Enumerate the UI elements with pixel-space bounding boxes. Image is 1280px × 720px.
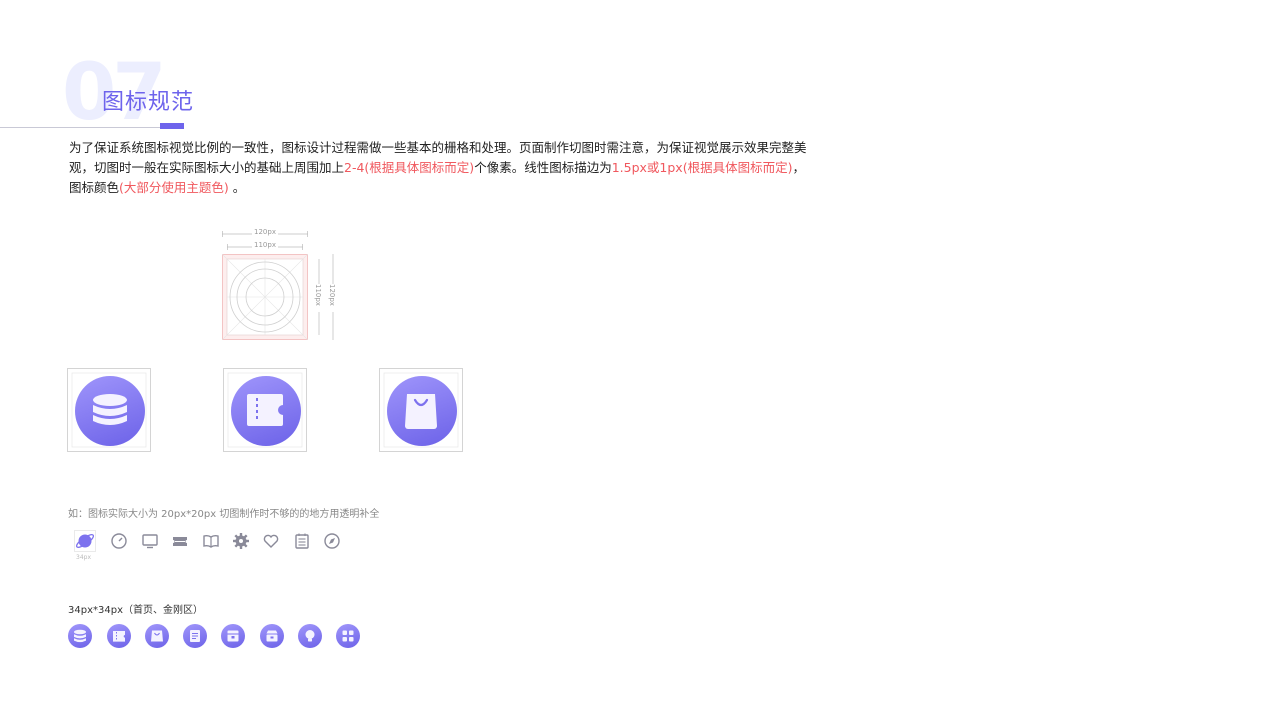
- large-icon-database: [67, 368, 151, 452]
- book-icon: [203, 534, 219, 548]
- large-icon-ticket: [223, 368, 307, 452]
- line-icon-caption: 如：图标实际大小为 20px*20px 切图制作时不够的的地方用透明补全: [68, 509, 380, 520]
- icon-grid-spec: [221, 253, 309, 341]
- apps-icon: [342, 630, 354, 642]
- section-title: 图标规范: [102, 90, 195, 115]
- archive-icon: [266, 630, 278, 642]
- mini-icon-ticket: [107, 624, 131, 648]
- database-icon: [74, 629, 86, 643]
- monitor-icon: [142, 534, 158, 549]
- speed-icon: [111, 533, 127, 549]
- mini-icon-archive: [260, 624, 284, 648]
- outer-width-label: 120px: [222, 228, 308, 237]
- line-icon-sample: [74, 530, 96, 552]
- notepad-icon: [295, 533, 309, 549]
- heart-icon: [263, 534, 279, 548]
- mini-icon-box: [221, 624, 245, 648]
- inner-width-label: 110px: [227, 241, 303, 250]
- shopping-bag-icon: [405, 394, 437, 429]
- small-icon-caption: 34px*34px（首页、金刚区）: [68, 605, 203, 616]
- database-icon: [93, 394, 127, 425]
- mini-icon-apps: [336, 624, 360, 648]
- ticket-icon: [247, 394, 283, 426]
- mini-icon-document: [183, 624, 207, 648]
- mini-icon-database: [68, 624, 92, 648]
- bag-icon: [151, 630, 163, 642]
- planet-icon: [74, 530, 96, 552]
- description-text: 为了保证系统图标视觉比例的一致性，图标设计过程需做一些基本的栅格和处理。页面制作…: [69, 140, 807, 195]
- mini-icon-bag: [145, 624, 169, 648]
- ticket-icon: [113, 631, 125, 642]
- title-rule: [0, 127, 162, 128]
- bulb-icon: [305, 630, 315, 642]
- mini-icon-bulb: [298, 624, 322, 648]
- large-icon-shopping-bag: [379, 368, 463, 452]
- gear-icon: [233, 533, 249, 549]
- size-label: 34px: [76, 554, 91, 561]
- ticket-icon: [173, 537, 187, 546]
- outer-height-label: 120px: [328, 254, 336, 340]
- title-accent-bar: [160, 123, 184, 129]
- compass-icon: [324, 533, 340, 549]
- document-icon: [190, 630, 200, 642]
- box-icon: [227, 630, 239, 642]
- inner-height-label: 110px: [314, 254, 322, 340]
